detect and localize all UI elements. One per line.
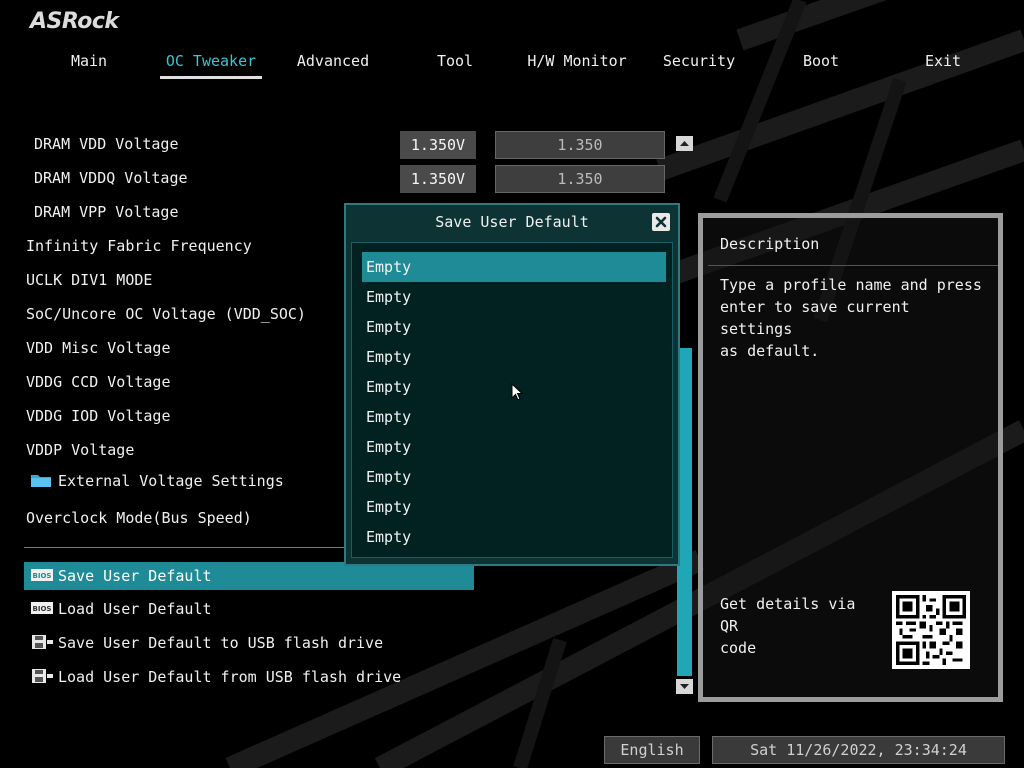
asrock-logo: ASRock bbox=[30, 9, 119, 34]
svg-text:BIOS: BIOS bbox=[33, 605, 52, 613]
vddg-iod-voltage-label[interactable]: VDDG IOD Voltage bbox=[26, 406, 171, 426]
save-user-default-usb-label: Save User Default to USB flash drive bbox=[58, 634, 384, 652]
tab-boot[interactable]: Boot bbox=[760, 51, 882, 81]
description-line: as default. bbox=[720, 342, 820, 360]
profile-slot-item[interactable]: Empty bbox=[362, 522, 666, 552]
load-user-default-usb-item[interactable]: Load User Default from USB flash drive bbox=[30, 667, 401, 687]
profile-slot-item[interactable]: Empty bbox=[362, 462, 666, 492]
floppy-disk-icon bbox=[30, 668, 54, 684]
dram-vpp-voltage-label[interactable]: DRAM VPP Voltage bbox=[34, 202, 179, 222]
external-voltage-settings-item[interactable]: External Voltage Settings bbox=[30, 471, 284, 491]
scroll-down-button[interactable] bbox=[676, 679, 693, 694]
dram-vdd-voltage-value: 1.350V bbox=[400, 131, 476, 159]
vddg-ccd-voltage-label[interactable]: VDDG CCD Voltage bbox=[26, 372, 171, 392]
dram-vddq-voltage-value: 1.350V bbox=[400, 165, 476, 193]
dram-vdd-voltage-input[interactable]: 1.350 bbox=[495, 131, 665, 159]
soc-voltage-label[interactable]: SoC/Uncore OC Voltage (VDD_SOC) bbox=[26, 304, 306, 324]
tab-advanced[interactable]: Advanced bbox=[272, 51, 394, 81]
bios-chip-icon: BIOS bbox=[30, 600, 54, 616]
tab-tool[interactable]: Tool bbox=[394, 51, 516, 81]
folder-icon bbox=[30, 472, 52, 488]
system-clock: Sat 11/26/2022, 23:34:24 bbox=[712, 736, 1005, 764]
dialog-title: Save User Default bbox=[435, 213, 589, 231]
profile-slot-item[interactable]: Empty bbox=[362, 282, 666, 312]
save-user-default-item[interactable]: BIOS Save User Default bbox=[24, 562, 474, 590]
overclock-mode-label[interactable]: Overclock Mode(Bus Speed) bbox=[26, 508, 252, 528]
save-user-default-usb-item[interactable]: Save User Default to USB flash drive bbox=[30, 633, 383, 653]
uclk-div1-mode-label[interactable]: UCLK DIV1 MODE bbox=[26, 270, 152, 290]
scroll-up-button[interactable] bbox=[676, 136, 693, 151]
svg-text:BIOS: BIOS bbox=[33, 572, 52, 580]
save-user-default-label: Save User Default bbox=[58, 567, 212, 585]
description-panel: Description Type a profile name and pres… bbox=[698, 213, 1003, 702]
description-text: Type a profile name and press enter to s… bbox=[720, 274, 990, 362]
section-divider bbox=[24, 547, 344, 548]
floppy-disk-icon bbox=[30, 634, 54, 650]
profile-slot-item[interactable]: Empty bbox=[362, 492, 666, 522]
external-voltage-settings-label: External Voltage Settings bbox=[58, 472, 284, 490]
tab-oc-tweaker[interactable]: OC Tweaker bbox=[150, 51, 272, 81]
description-line: enter to save current settings bbox=[720, 298, 910, 338]
close-icon[interactable] bbox=[652, 213, 670, 231]
bios-chip-icon: BIOS bbox=[30, 564, 54, 581]
vdd-misc-voltage-label[interactable]: VDD Misc Voltage bbox=[26, 338, 171, 358]
load-user-default-usb-label: Load User Default from USB flash drive bbox=[58, 668, 402, 686]
description-title: Description bbox=[720, 235, 820, 253]
qr-label-line: code bbox=[720, 639, 757, 657]
qr-label: Get details via QR code bbox=[720, 593, 880, 659]
tab-main[interactable]: Main bbox=[28, 51, 150, 81]
tab-exit[interactable]: Exit bbox=[882, 51, 1004, 81]
infinity-fabric-frequency-label[interactable]: Infinity Fabric Frequency bbox=[26, 236, 252, 256]
tab-hw-monitor[interactable]: H/W Monitor bbox=[516, 51, 638, 81]
profile-slot-item[interactable]: Empty bbox=[362, 432, 666, 462]
dram-vddq-voltage-input[interactable]: 1.350 bbox=[495, 165, 665, 193]
description-line: Type a profile name and press bbox=[720, 276, 982, 294]
profile-slot-item[interactable]: Empty bbox=[362, 312, 666, 342]
profile-slot-item[interactable]: Empty bbox=[362, 252, 666, 282]
qr-code-icon bbox=[892, 591, 970, 669]
profile-slot-item[interactable]: Empty bbox=[362, 342, 666, 372]
dram-vddq-voltage-label[interactable]: DRAM VDDQ Voltage bbox=[34, 168, 188, 188]
profile-slot-item[interactable]: Empty bbox=[362, 402, 666, 432]
vddp-voltage-label[interactable]: VDDP Voltage bbox=[26, 440, 134, 460]
mouse-cursor-icon bbox=[511, 383, 523, 401]
tab-security[interactable]: Security bbox=[638, 51, 760, 81]
main-tab-bar: Main OC Tweaker Advanced Tool H/W Monito… bbox=[28, 51, 1004, 81]
load-user-default-item[interactable]: BIOS Load User Default bbox=[30, 599, 212, 619]
description-divider bbox=[708, 265, 998, 266]
dram-vdd-voltage-label[interactable]: DRAM VDD Voltage bbox=[34, 134, 179, 154]
language-selector[interactable]: English bbox=[604, 736, 700, 764]
qr-label-line: Get details via QR bbox=[720, 595, 856, 635]
load-user-default-label: Load User Default bbox=[58, 600, 212, 618]
